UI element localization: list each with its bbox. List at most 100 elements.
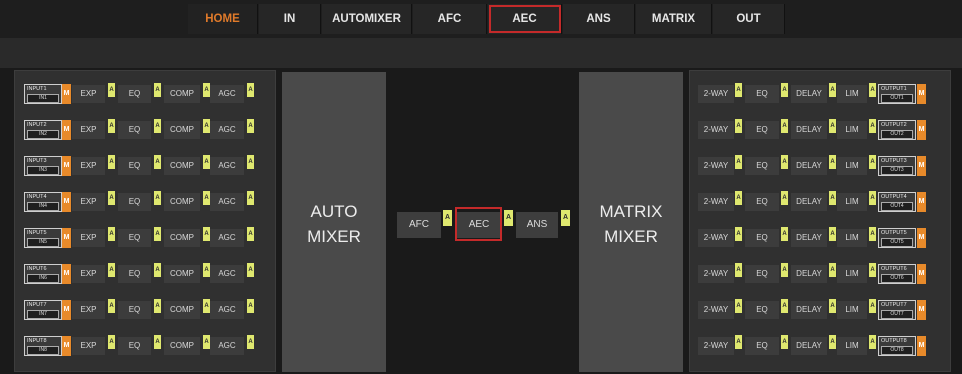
input-exp-button[interactable]: EXP	[72, 193, 105, 211]
input-eq-auto-badge[interactable]: A	[154, 119, 161, 133]
output-2way-button[interactable]: 2-WAY	[698, 193, 734, 211]
input-eq-button[interactable]: EQ	[118, 229, 151, 247]
tab-automixer[interactable]: AUTOMIXER	[322, 4, 412, 34]
output-delay-button[interactable]: DELAY	[791, 301, 827, 319]
input-eq-button[interactable]: EQ	[118, 157, 151, 175]
matrix-mixer-block[interactable]: MATRIX MIXER	[579, 72, 683, 372]
output-2way-button[interactable]: 2-WAY	[698, 121, 734, 139]
input-eq-button[interactable]: EQ	[118, 85, 151, 103]
output-delay-button[interactable]: DELAY	[791, 121, 827, 139]
output-delay-auto-badge[interactable]: A	[829, 191, 836, 205]
output-2way-button[interactable]: 2-WAY	[698, 301, 734, 319]
output-lim-button[interactable]: LIM	[837, 157, 867, 175]
output-eq-button[interactable]: EQ	[745, 265, 779, 283]
input-comp-auto-badge[interactable]: A	[203, 335, 210, 349]
output-delay-button[interactable]: DELAY	[791, 265, 827, 283]
output-delay-auto-badge[interactable]: A	[829, 227, 836, 241]
input-eq-auto-badge[interactable]: A	[154, 83, 161, 97]
output-2way-button[interactable]: 2-WAY	[698, 337, 734, 355]
output-delay-auto-badge[interactable]: A	[829, 155, 836, 169]
input-eq-button[interactable]: EQ	[118, 121, 151, 139]
input-agc-button[interactable]: AGC	[210, 121, 244, 139]
input-agc-button[interactable]: AGC	[210, 301, 244, 319]
output-2way-button[interactable]: 2-WAY	[698, 157, 734, 175]
output-mute-button[interactable]: M	[917, 336, 926, 356]
input-comp-button[interactable]: COMP	[164, 301, 200, 319]
output-lim-auto-badge[interactable]: A	[869, 83, 876, 97]
output-eq-auto-badge[interactable]: A	[781, 191, 788, 205]
input-channel-label[interactable]: INPUT7 IN7	[24, 300, 62, 320]
input-agc-button[interactable]: AGC	[210, 265, 244, 283]
input-exp-auto-badge[interactable]: A	[108, 227, 115, 241]
input-channel-label[interactable]: INPUT3 IN3	[24, 156, 62, 176]
tab-ans[interactable]: ANS	[563, 4, 635, 34]
input-exp-button[interactable]: EXP	[72, 157, 105, 175]
input-eq-button[interactable]: EQ	[118, 193, 151, 211]
output-lim-button[interactable]: LIM	[837, 229, 867, 247]
output-2way-button[interactable]: 2-WAY	[698, 265, 734, 283]
input-mute-button[interactable]: M	[62, 300, 71, 320]
input-exp-button[interactable]: EXP	[72, 121, 105, 139]
input-comp-auto-badge[interactable]: A	[203, 263, 210, 277]
output-eq-auto-badge[interactable]: A	[781, 263, 788, 277]
input-eq-auto-badge[interactable]: A	[154, 263, 161, 277]
input-channel-label[interactable]: INPUT8 IN8	[24, 336, 62, 356]
input-mute-button[interactable]: M	[62, 84, 71, 104]
output-eq-auto-badge[interactable]: A	[781, 335, 788, 349]
input-comp-button[interactable]: COMP	[164, 157, 200, 175]
tab-home[interactable]: HOME	[188, 4, 258, 34]
input-agc-button[interactable]: AGC	[210, 337, 244, 355]
output-eq-button[interactable]: EQ	[745, 85, 779, 103]
input-exp-auto-badge[interactable]: A	[108, 155, 115, 169]
output-lim-auto-badge[interactable]: A	[869, 335, 876, 349]
input-agc-auto-badge[interactable]: A	[247, 227, 254, 241]
output-eq-auto-badge[interactable]: A	[781, 119, 788, 133]
input-mute-button[interactable]: M	[62, 120, 71, 140]
output-2way-auto-badge[interactable]: A	[735, 191, 742, 205]
input-channel-label[interactable]: INPUT6 IN6	[24, 264, 62, 284]
output-channel-label[interactable]: OUTPUT8 OUT8	[878, 336, 916, 356]
input-agc-button[interactable]: AGC	[210, 193, 244, 211]
output-lim-button[interactable]: LIM	[837, 85, 867, 103]
input-exp-button[interactable]: EXP	[72, 85, 105, 103]
ans-button[interactable]: ANS	[516, 212, 558, 238]
automixer-block[interactable]: AUTO MIXER	[282, 72, 386, 372]
output-lim-button[interactable]: LIM	[837, 337, 867, 355]
input-agc-auto-badge[interactable]: A	[247, 263, 254, 277]
input-eq-button[interactable]: EQ	[118, 265, 151, 283]
output-eq-auto-badge[interactable]: A	[781, 299, 788, 313]
input-channel-label[interactable]: INPUT1 IN1	[24, 84, 62, 104]
input-exp-button[interactable]: EXP	[72, 265, 105, 283]
output-delay-button[interactable]: DELAY	[791, 337, 827, 355]
output-2way-auto-badge[interactable]: A	[735, 227, 742, 241]
input-eq-auto-badge[interactable]: A	[154, 155, 161, 169]
input-comp-auto-badge[interactable]: A	[203, 155, 210, 169]
tab-in[interactable]: IN	[259, 4, 321, 34]
input-comp-auto-badge[interactable]: A	[203, 227, 210, 241]
output-2way-auto-badge[interactable]: A	[735, 299, 742, 313]
output-delay-button[interactable]: DELAY	[791, 229, 827, 247]
input-exp-auto-badge[interactable]: A	[108, 263, 115, 277]
output-delay-auto-badge[interactable]: A	[829, 335, 836, 349]
input-eq-auto-badge[interactable]: A	[154, 227, 161, 241]
output-channel-label[interactable]: OUTPUT7 OUT7	[878, 300, 916, 320]
input-exp-auto-badge[interactable]: A	[108, 191, 115, 205]
input-exp-button[interactable]: EXP	[72, 301, 105, 319]
output-eq-button[interactable]: EQ	[745, 121, 779, 139]
input-channel-label[interactable]: INPUT2 IN2	[24, 120, 62, 140]
input-agc-button[interactable]: AGC	[210, 229, 244, 247]
output-mute-button[interactable]: M	[917, 264, 926, 284]
input-exp-auto-badge[interactable]: A	[108, 83, 115, 97]
output-2way-auto-badge[interactable]: A	[735, 155, 742, 169]
input-agc-auto-badge[interactable]: A	[247, 335, 254, 349]
output-lim-auto-badge[interactable]: A	[869, 155, 876, 169]
input-agc-auto-badge[interactable]: A	[247, 299, 254, 313]
input-agc-auto-badge[interactable]: A	[247, 119, 254, 133]
output-eq-button[interactable]: EQ	[745, 337, 779, 355]
output-delay-auto-badge[interactable]: A	[829, 299, 836, 313]
input-exp-button[interactable]: EXP	[72, 337, 105, 355]
input-mute-button[interactable]: M	[62, 264, 71, 284]
output-lim-button[interactable]: LIM	[837, 265, 867, 283]
input-comp-auto-badge[interactable]: A	[203, 299, 210, 313]
input-channel-label[interactable]: INPUT5 IN5	[24, 228, 62, 248]
